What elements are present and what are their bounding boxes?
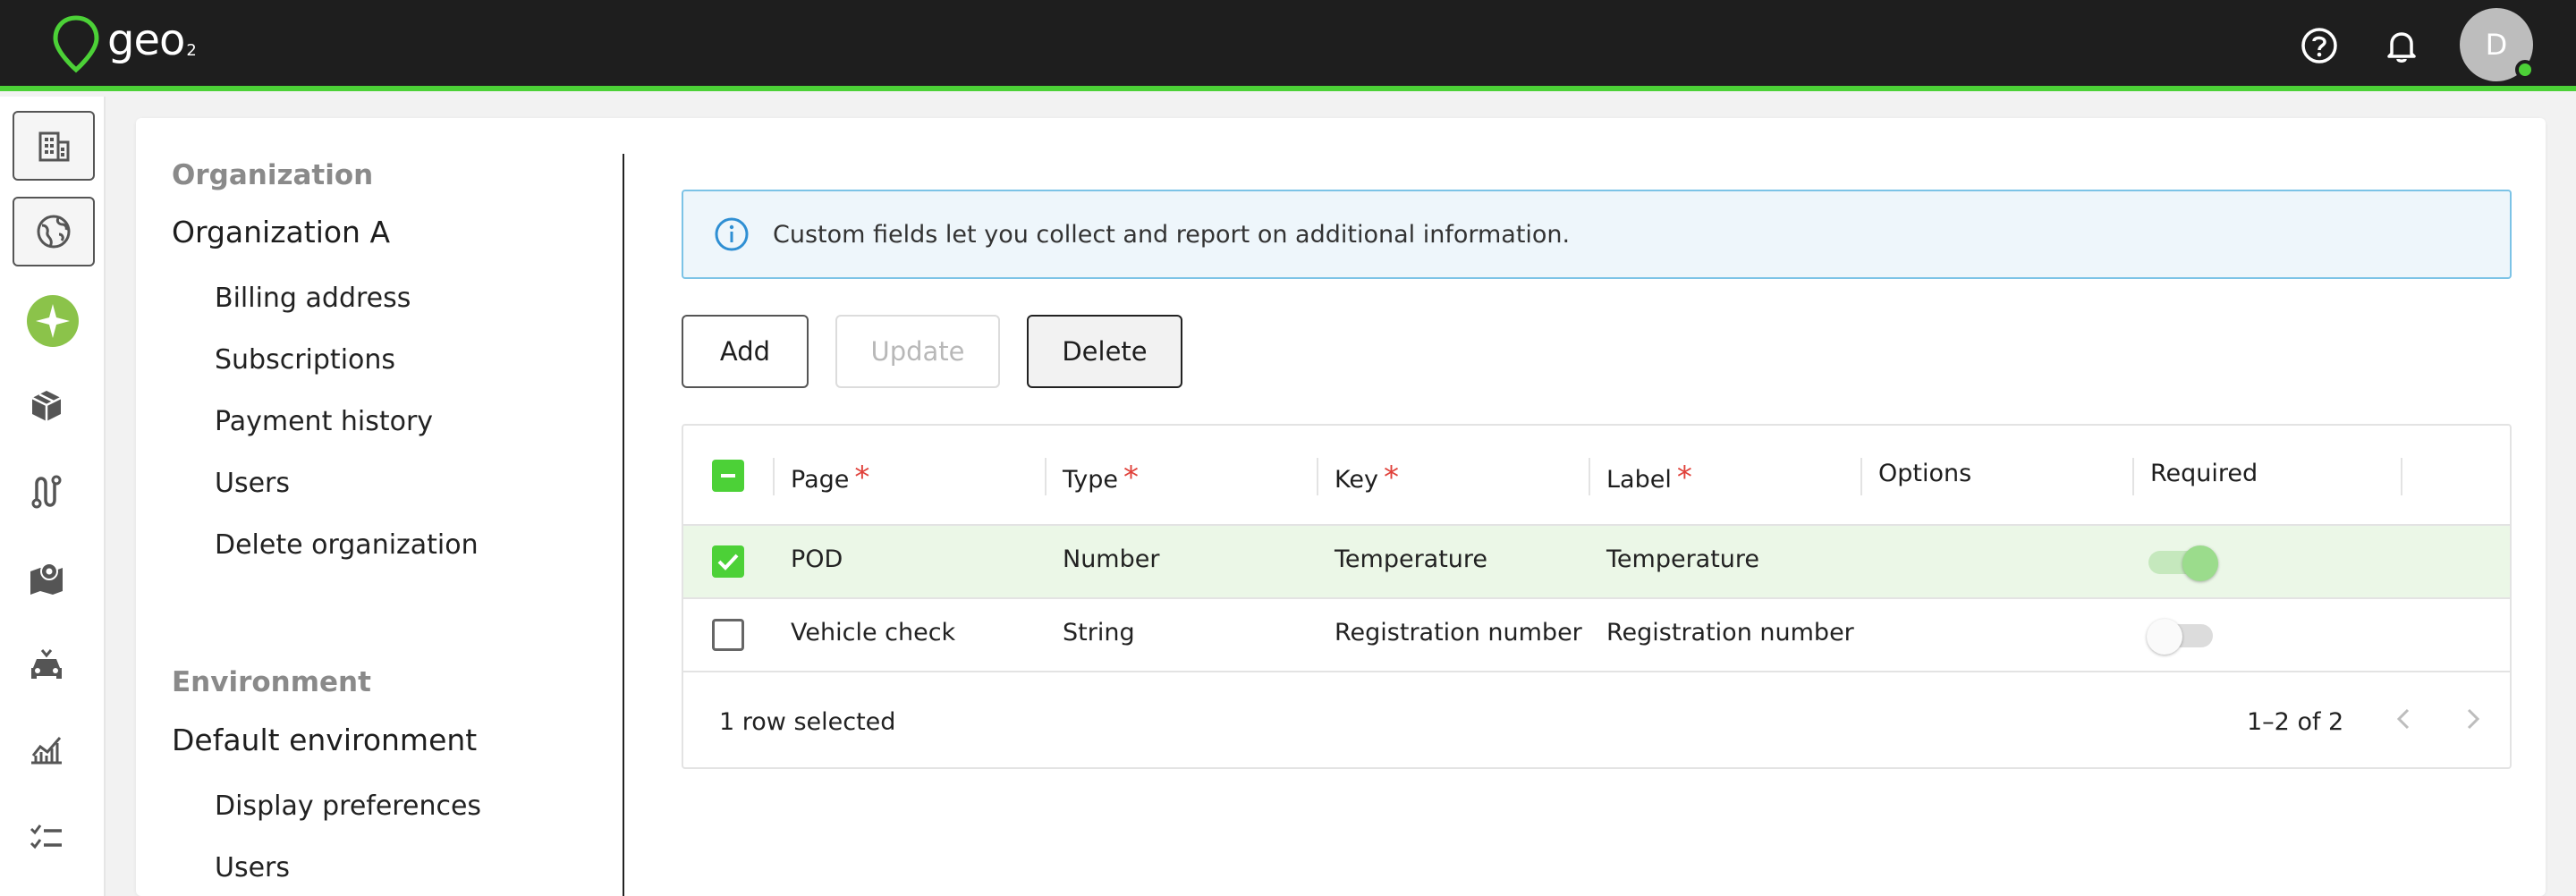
column-header-key-label: Key xyxy=(1335,466,1378,494)
organization-name-link[interactable]: Organization A xyxy=(172,215,390,249)
notifications-bell-icon[interactable] xyxy=(2381,25,2422,66)
column-separator xyxy=(773,458,775,495)
required-asterisk: * xyxy=(854,460,870,495)
cell-key: Registration number xyxy=(1335,619,1582,647)
toggle-knob xyxy=(2147,619,2182,655)
building-icon xyxy=(38,131,70,162)
column-separator xyxy=(2401,458,2402,495)
column-header-page[interactable]: Page * xyxy=(791,460,869,495)
nav-organization-users[interactable]: Users xyxy=(215,468,290,499)
cell-type: Number xyxy=(1063,545,1160,573)
custom-fields-table: Page * Type * Key * Label * Options Required… xyxy=(682,424,2512,769)
logo-text: geo xyxy=(107,15,185,65)
required-asterisk: * xyxy=(1676,460,1692,495)
map-icon xyxy=(30,562,63,595)
column-separator xyxy=(2132,458,2134,495)
nav-subscriptions[interactable]: Subscriptions xyxy=(215,344,395,376)
app-logo[interactable]: geo 2 xyxy=(52,14,197,73)
environment-heading: Environment xyxy=(172,666,371,698)
user-avatar[interactable]: D xyxy=(2460,8,2535,81)
next-page-icon[interactable] xyxy=(2454,701,2490,737)
info-icon xyxy=(715,217,749,251)
required-toggle-on[interactable] xyxy=(2148,545,2218,581)
pagination-range: 1–2 of 2 xyxy=(2247,708,2344,736)
user-initial: D xyxy=(2485,28,2508,62)
required-asterisk: * xyxy=(1123,460,1140,495)
nav-divider xyxy=(623,154,624,896)
column-header-page-label: Page xyxy=(791,466,850,494)
row-checkbox[interactable] xyxy=(712,619,744,651)
column-header-label[interactable]: Label * xyxy=(1606,460,1692,495)
rail-tasks-button[interactable] xyxy=(25,816,68,858)
nav-payment-history[interactable]: Payment history xyxy=(215,406,433,437)
cell-page: POD xyxy=(791,545,843,573)
nav-display-preferences[interactable]: Display preferences xyxy=(215,790,481,822)
sparkle-icon xyxy=(27,295,79,347)
rail-ai-assistant-button[interactable] xyxy=(25,293,80,349)
info-banner: Custom fields let you collect and report… xyxy=(682,190,2512,279)
table-header: Page * Type * Key * Label * Options Required xyxy=(683,426,2510,526)
cell-label: Temperature xyxy=(1606,545,1760,573)
table-row[interactable]: Vehicle check String Registration number… xyxy=(683,599,2510,672)
column-separator xyxy=(1860,458,1862,495)
row-checkbox[interactable] xyxy=(712,545,744,578)
rail-map-button[interactable] xyxy=(25,556,68,599)
cell-type: String xyxy=(1063,619,1135,647)
nav-delete-organization[interactable]: Delete organization xyxy=(215,529,479,561)
rail-vehicles-button[interactable] xyxy=(25,644,68,687)
column-header-label-label: Label xyxy=(1606,466,1672,494)
cell-label: Registration number xyxy=(1606,619,1854,647)
add-button[interactable]: Add xyxy=(682,315,809,388)
selection-count: 1 row selected xyxy=(719,708,896,736)
rail-environment-button[interactable] xyxy=(13,197,95,266)
route-icon xyxy=(31,475,62,509)
info-banner-text: Custom fields let you collect and report… xyxy=(773,220,1571,249)
column-separator xyxy=(1589,458,1590,495)
previous-page-icon[interactable] xyxy=(2386,701,2422,737)
rail-reports-button[interactable] xyxy=(25,730,68,773)
left-navigation-rail xyxy=(0,97,106,896)
rail-routes-button[interactable] xyxy=(25,470,68,513)
toggle-knob xyxy=(2182,545,2218,581)
nav-environment-users[interactable]: Users xyxy=(215,852,290,883)
organization-heading: Organization xyxy=(172,159,374,191)
select-all-checkbox[interactable] xyxy=(712,460,744,492)
table-row[interactable]: POD Number Temperature Temperature xyxy=(683,526,2510,599)
column-header-key[interactable]: Key * xyxy=(1335,460,1399,495)
checkmark-icon xyxy=(717,554,739,571)
update-button[interactable]: Update xyxy=(835,315,1000,388)
help-icon[interactable] xyxy=(2299,25,2340,66)
rail-deliveries-button[interactable] xyxy=(25,385,68,427)
checklist-icon xyxy=(30,824,62,850)
rail-organization-button[interactable] xyxy=(13,111,95,181)
environment-name-link[interactable]: Default environment xyxy=(172,723,477,757)
online-status-indicator xyxy=(2515,60,2535,80)
delete-button[interactable]: Delete xyxy=(1027,315,1182,388)
nav-billing-address[interactable]: Billing address xyxy=(215,283,411,314)
box-icon xyxy=(31,391,62,421)
column-separator xyxy=(1045,458,1046,495)
required-toggle-off[interactable] xyxy=(2147,619,2216,655)
chart-icon xyxy=(31,737,62,765)
car-icon xyxy=(31,649,62,679)
cell-page: Vehicle check xyxy=(791,619,956,647)
indeterminate-icon xyxy=(721,474,735,478)
location-pin-icon xyxy=(53,15,99,73)
required-asterisk: * xyxy=(1383,460,1399,495)
top-bar: geo 2 D xyxy=(0,0,2576,91)
column-header-required[interactable]: Required xyxy=(2150,460,2258,487)
logo-subscript: 2 xyxy=(186,41,197,60)
column-header-type-label: Type xyxy=(1063,466,1119,494)
column-header-options[interactable]: Options xyxy=(1878,460,1971,487)
column-separator xyxy=(1317,458,1318,495)
column-header-type[interactable]: Type * xyxy=(1063,460,1139,495)
globe-icon xyxy=(37,215,71,249)
cell-key: Temperature xyxy=(1335,545,1488,573)
